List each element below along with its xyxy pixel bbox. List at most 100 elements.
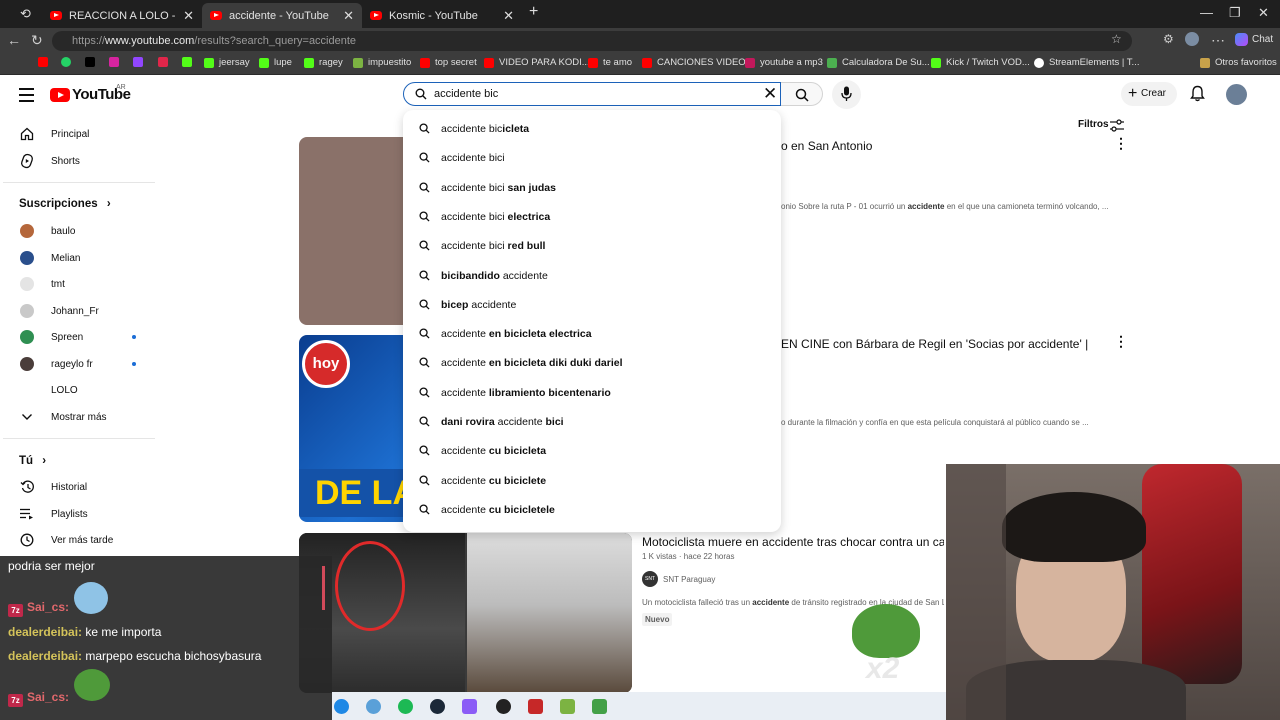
bookmark-ragey[interactable]: ragey [304,57,343,68]
close-tab-icon[interactable]: ✕ [503,8,514,24]
bookmark-youtube[interactable] [38,57,53,67]
video-title-1[interactable]: o en San Antonio [781,139,872,153]
chat-label[interactable]: Chat [1252,34,1273,45]
sidebar-item-melian[interactable]: Melian [0,245,155,271]
you-heading[interactable]: Tú › [19,455,46,467]
more-menu-icon[interactable]: ⋯ [1211,32,1225,49]
more-options-icon[interactable]: ⋮ [1114,333,1128,350]
voice-taskbar-icon[interactable] [528,699,543,714]
channel-name[interactable]: SNT Paraguay [663,575,715,584]
copilot-icon[interactable] [1235,33,1248,46]
bookmark-x[interactable] [85,57,100,67]
sidebar-item-johann[interactable]: Johann_Fr [0,298,155,324]
video-thumbnail-3[interactable] [299,533,632,693]
bookmark-canciones[interactable]: CANCIONES VIDEOS [642,57,752,68]
tab-accidente[interactable]: accidente - YouTube ✕ [202,3,362,28]
bookmark-calculadora[interactable]: Calculadora De Su... [827,57,930,68]
search-suggestion-item[interactable]: accidente bici electrica [403,203,781,232]
history-icon [19,479,35,495]
sidebar-item-principal[interactable]: Principal [0,121,155,147]
tab-kosmic[interactable]: Kosmic - YouTube ✕ [362,3,522,28]
search-suggestion-item[interactable]: accidente libramiento bicentenario [403,379,781,408]
reload-icon[interactable]: ↻ [31,32,43,49]
notifications-bell-icon[interactable] [1190,85,1205,102]
sidebar-item-shorts[interactable]: Shorts [0,148,155,174]
search-suggestion-item[interactable]: bicibandido accidente [403,262,781,291]
sidebar-item-playlists[interactable]: Playlists [0,501,155,527]
bookmark-kick-twitch[interactable]: Kick / Twitch VOD... [931,57,1030,68]
search-button[interactable] [781,82,823,106]
bookmark-whatsapp[interactable] [61,57,76,67]
bookmark-lupe[interactable]: lupe [259,57,292,68]
search-suggestion-item[interactable]: accidente bici red bull [403,232,781,261]
search-suggestion-item[interactable]: accidente cu biciclete [403,467,781,496]
browser-taskbar-icon[interactable] [366,699,381,714]
obs-taskbar-icon[interactable] [462,699,477,714]
game-taskbar-icon[interactable] [560,699,575,714]
filters-button[interactable]: Filtros [1078,119,1124,132]
bookmark-label: Calculadora De Su... [842,57,930,68]
hamburger-menu-icon[interactable] [19,88,34,106]
sidebar-item-lolo[interactable]: LOLO [0,377,155,403]
url-field[interactable]: https://www.youtube.com/results?search_q… [52,31,1132,51]
search-suggestion-item[interactable]: dani rovira accidente bici [403,408,781,437]
clear-search-icon[interactable]: ✕ [763,84,777,104]
favorite-star-icon[interactable]: ☆ [1111,32,1122,46]
video-title-2[interactable]: EN CINE con Bárbara de Regil en 'Socias … [781,337,1088,351]
bookmark-youtube-mp3[interactable]: youtube a mp3 [745,57,823,68]
subscriptions-heading[interactable]: Suscripciones › [19,198,111,210]
sidebar-item-rageylo[interactable]: rageylo fr [0,351,155,377]
browser-menu-icon[interactable]: ⟲ [20,6,31,22]
close-tab-icon[interactable]: ✕ [343,8,354,24]
sidebar-item-historial[interactable]: Historial [0,474,155,500]
search-suggestion-item[interactable]: accidente cu bicicleta [403,437,781,466]
bookmark-jeersay[interactable]: jeersay [204,57,250,68]
sidebar-item-baulo[interactable]: baulo [0,218,155,244]
tab-reaccion[interactable]: REACCION A LOLO - EMILIA MERI ✕ [42,3,202,28]
bookmark-instagram[interactable] [109,57,124,67]
back-icon[interactable]: ← [7,32,21,48]
maximize-icon[interactable]: ❐ [1229,5,1241,21]
more-options-icon[interactable]: ⋮ [1114,135,1128,152]
extensions-icon[interactable]: ⚙ [1163,32,1174,46]
minecraft-taskbar-icon[interactable] [592,699,607,714]
search-suggestion-item[interactable]: accidente bici san judas [403,174,781,203]
bookmark-twitch[interactable] [133,57,148,67]
create-button[interactable]: + Crear [1121,82,1177,106]
search-suggestion-item[interactable]: accidente bicicleta [403,115,781,144]
search-suggestion-item[interactable]: accidente cu bicicletele [403,496,781,525]
sidebar-item-mostrar-mas[interactable]: Mostrar más [0,404,155,430]
edge-taskbar-icon[interactable] [334,699,349,714]
bookmark-kick[interactable] [182,57,197,67]
search-suggestion-item[interactable]: accidente en bicicleta diki duki dariel [403,349,781,378]
close-tab-icon[interactable]: ✕ [183,8,194,24]
bookmark-streamelements[interactable]: StreamElements | T... [1034,57,1139,68]
video-title-3[interactable]: Motociclista muere en accidente tras cho… [642,535,944,549]
steam-taskbar-icon[interactable] [430,699,445,714]
close-window-icon[interactable]: ✕ [1258,5,1269,21]
suggestion-text: accidente bici [441,152,505,164]
bookmark-top-secret[interactable]: top secret [420,57,477,68]
new-tab-icon[interactable]: + [529,3,538,21]
bookmark-impuestito[interactable]: impuestito [353,57,411,68]
minimize-icon[interactable]: — [1200,5,1213,20]
search-input[interactable] [434,85,734,103]
bookmark-video-kodi[interactable]: VIDEO PARA KODI... [484,57,590,68]
spotify-taskbar-icon[interactable] [398,699,413,714]
search-suggestion-item[interactable]: bicep accidente [403,291,781,320]
bookmark-otros-favoritos[interactable]: Otros favoritos [1200,57,1277,68]
bookmark-te-amo[interactable]: te amo [588,57,632,68]
sidebar-item-tmt[interactable]: tmt [0,271,155,297]
profile-avatar[interactable] [1185,32,1199,46]
sidebar-item-label: Principal [51,128,90,140]
sidebar-item-ver-mas-tarde[interactable]: Ver más tarde [0,527,155,553]
chat-scrollbar[interactable] [322,566,325,610]
search-suggestion-item[interactable]: accidente bici [403,144,781,173]
app-taskbar-icon[interactable] [496,699,511,714]
voice-search-button[interactable] [832,80,861,109]
account-avatar[interactable] [1226,84,1247,105]
sidebar-item-spreen[interactable]: Spreen [0,324,155,350]
channel-avatar[interactable]: SNT [642,571,658,587]
search-suggestion-item[interactable]: accidente en bicicleta electrica [403,320,781,349]
bookmark-red[interactable] [158,57,173,67]
